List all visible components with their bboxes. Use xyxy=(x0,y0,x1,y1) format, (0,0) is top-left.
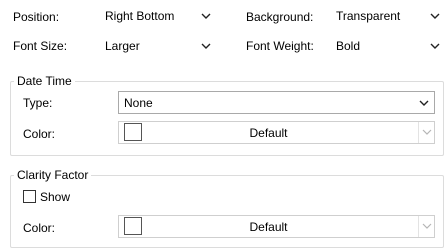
font-size-select[interactable]: Larger xyxy=(100,34,217,57)
chevron-down-icon xyxy=(419,100,429,106)
date-time-color-label: Color: xyxy=(23,127,56,141)
chevron-down-icon xyxy=(201,43,211,49)
chevron-down-icon xyxy=(422,223,432,229)
chevron-down-icon xyxy=(201,13,211,19)
show-checkbox[interactable] xyxy=(23,190,36,203)
position-select[interactable]: Right Bottom xyxy=(100,5,217,28)
font-size-select-value: Larger xyxy=(105,39,140,53)
clarity-color-select[interactable]: Default xyxy=(118,215,435,238)
date-time-legend: Date Time xyxy=(14,74,75,88)
color-dropdown-button[interactable] xyxy=(418,122,434,143)
chevron-down-icon xyxy=(430,43,440,49)
background-label: Background: xyxy=(246,10,314,24)
clarity-color-label: Color: xyxy=(23,221,56,235)
position-label: Position: xyxy=(13,10,60,24)
clarity-factor-legend: Clarity Factor xyxy=(14,168,92,182)
background-select[interactable]: Transparent xyxy=(333,5,445,28)
background-select-value: Transparent xyxy=(336,9,401,23)
date-time-type-value: None xyxy=(124,96,153,110)
date-time-type-select[interactable]: None xyxy=(118,91,435,114)
color-dropdown-button[interactable] xyxy=(418,216,434,237)
date-time-color-select[interactable]: Default xyxy=(118,121,435,144)
position-select-value: Right Bottom xyxy=(105,9,175,23)
font-weight-select[interactable]: Bold xyxy=(333,34,445,57)
chevron-down-icon xyxy=(422,129,432,135)
font-weight-select-value: Bold xyxy=(336,39,361,53)
clarity-color-value: Default xyxy=(249,220,288,234)
font-size-label: Font Size: xyxy=(13,39,68,53)
date-time-color-value: Default xyxy=(249,126,288,140)
font-weight-label: Font Weight: xyxy=(246,39,314,53)
date-time-type-label: Type: xyxy=(23,96,53,110)
show-checkbox-label: Show xyxy=(40,190,71,204)
chevron-down-icon xyxy=(430,13,440,19)
